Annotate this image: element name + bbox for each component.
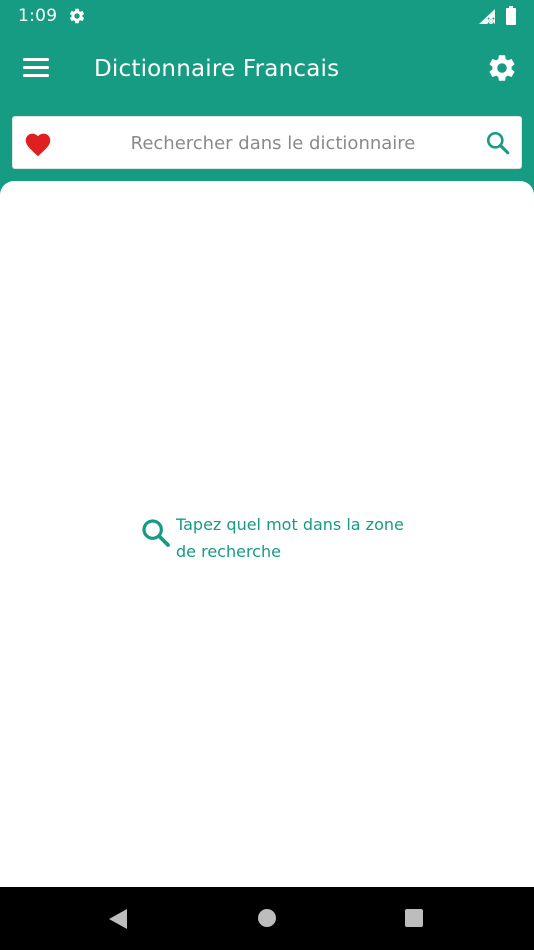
hamburger-menu-icon (23, 58, 49, 77)
heart-icon (25, 133, 51, 157)
favorites-button[interactable] (23, 130, 53, 157)
signal-icon (479, 9, 495, 25)
hint-text: Tapez quel mot dans la zone de recherche (176, 515, 404, 561)
status-time: 1:09 (18, 6, 58, 26)
system-nav-bar (0, 887, 534, 950)
search-button[interactable] (485, 130, 511, 156)
menu-button[interactable] (18, 52, 54, 84)
battery-icon (506, 6, 516, 25)
recents-icon[interactable] (404, 908, 424, 928)
gear-icon (69, 8, 85, 24)
search-bar (12, 116, 522, 169)
gear-icon (489, 55, 515, 81)
search-icon (142, 519, 170, 547)
search-icon (486, 131, 510, 155)
page-title: Dictionnaire Francais (94, 56, 340, 82)
app-screen: 1:09 Dictionnaire Francais Rechercher da… (0, 0, 534, 950)
back-icon[interactable] (107, 907, 129, 931)
search-input[interactable] (69, 125, 477, 161)
app-bar: Dictionnaire Francais (0, 34, 534, 110)
status-bar: 1:09 (0, 0, 534, 34)
home-icon[interactable] (257, 908, 277, 928)
settings-button[interactable] (486, 52, 518, 84)
main-content: Tapez quel mot dans la zone de recherche (0, 181, 534, 887)
